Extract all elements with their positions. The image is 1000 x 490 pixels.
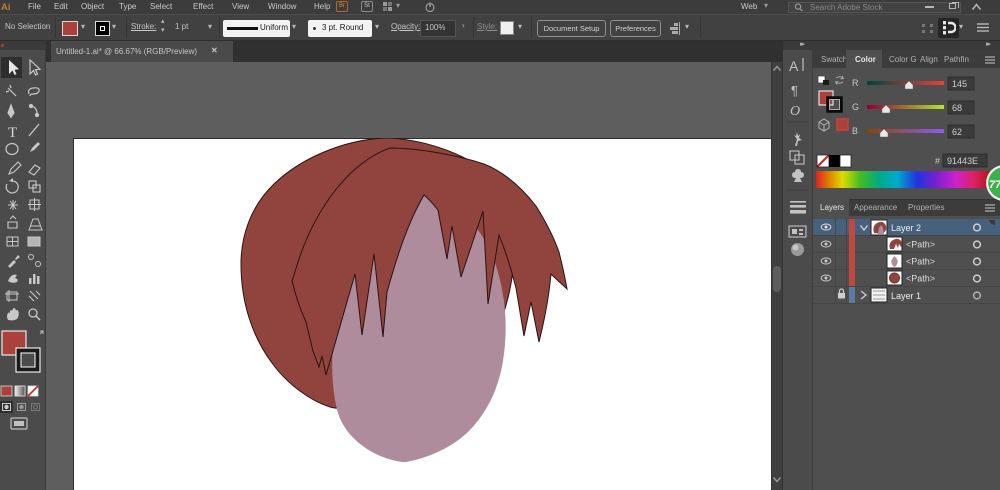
- svg-text:68: 68: [952, 103, 962, 113]
- svg-text:145: 145: [952, 79, 967, 89]
- svg-text:91443E: 91443E: [947, 156, 978, 166]
- svg-text:#: #: [935, 156, 940, 166]
- svg-text:¶: ¶: [791, 83, 798, 98]
- svg-text:<Path>: <Path>: [906, 240, 935, 250]
- svg-text:Layer 2: Layer 2: [891, 223, 921, 233]
- svg-text:T: T: [8, 125, 17, 141]
- svg-text:77: 77: [989, 179, 1000, 191]
- svg-text:<Path>: <Path>: [906, 257, 935, 267]
- svg-text:62: 62: [952, 127, 962, 137]
- svg-text:G: G: [852, 102, 859, 112]
- svg-text:O: O: [790, 104, 800, 119]
- svg-text:A: A: [789, 58, 799, 74]
- svg-text:B: B: [852, 126, 858, 136]
- svg-text:R: R: [852, 78, 859, 88]
- svg-text:<Path>: <Path>: [906, 274, 935, 284]
- svg-text:Layer 1: Layer 1: [891, 291, 921, 301]
